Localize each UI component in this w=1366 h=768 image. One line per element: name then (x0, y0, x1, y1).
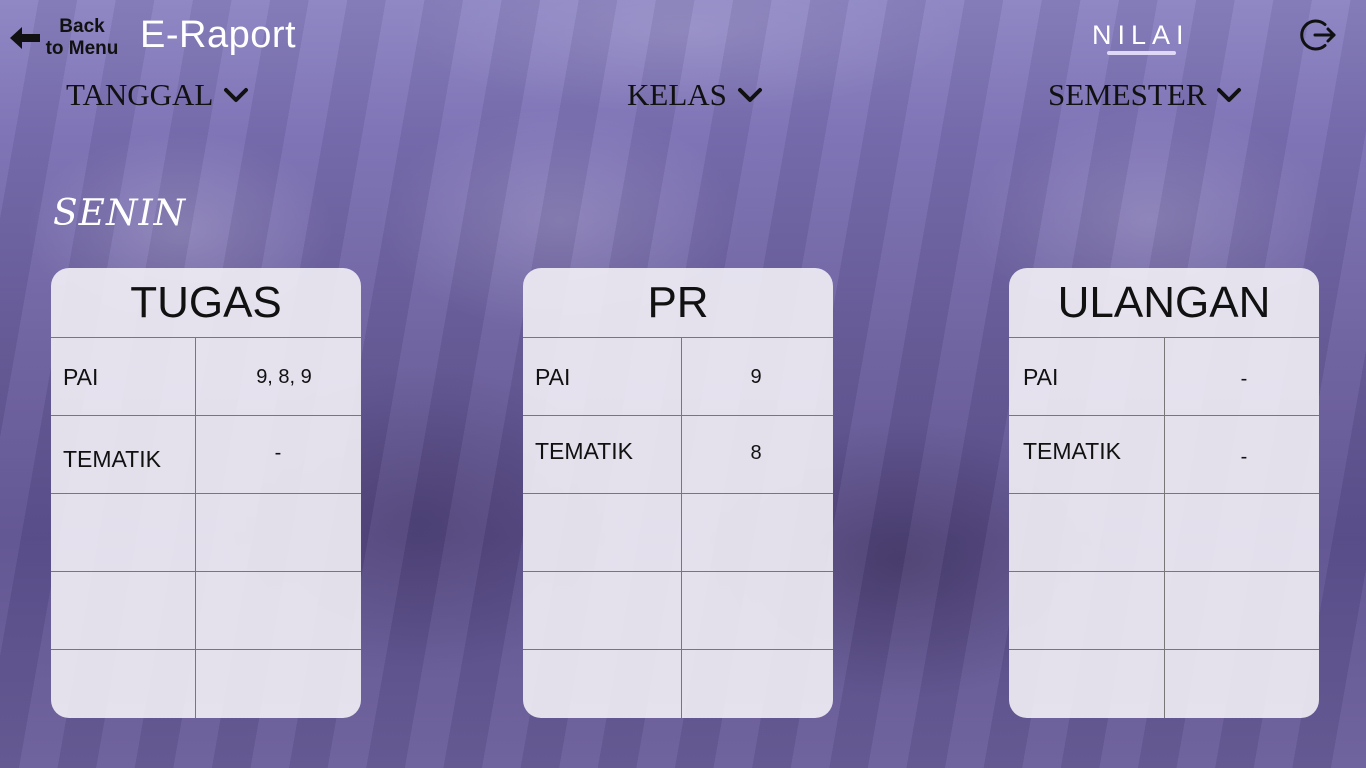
subject-cell: TEMATIK (535, 438, 633, 464)
logout-icon[interactable] (1299, 15, 1339, 55)
kelas-dropdown[interactable]: KELAS (627, 77, 763, 113)
card-ulangan: ULANGAN PAI - TEMATIK - (1009, 268, 1319, 718)
subject-cell: PAI (63, 364, 99, 390)
card-tugas: TUGAS PAI 9, 8, 9 TEMATIK - (51, 268, 361, 718)
day-label: SENIN (53, 193, 187, 234)
subject-cell: PAI (1023, 364, 1059, 390)
arrow-left-icon (10, 27, 40, 49)
subject-cell: PAI (535, 364, 571, 390)
card-title: PR (523, 268, 833, 338)
score-cell: - (1240, 368, 1248, 390)
score-cell: 8 (750, 442, 762, 464)
nav-active-indicator (1107, 51, 1176, 55)
chevron-down-icon (224, 88, 249, 102)
table-row (523, 650, 833, 718)
card-pr: PR PAI 9 TEMATIK 8 (523, 268, 833, 718)
score-cell: 9, 8, 9 (256, 366, 312, 388)
back-to-menu-button[interactable]: Back to Menu (8, 16, 122, 60)
subject-cell: TEMATIK (63, 446, 161, 472)
table-row (51, 650, 361, 718)
subject-cell: TEMATIK (1023, 438, 1121, 464)
back-to-menu-label: Back to Menu (45, 16, 119, 59)
score-cell: 9 (750, 366, 762, 388)
table-row (523, 494, 833, 572)
chevron-down-icon (737, 88, 762, 102)
score-table: PAI 9, 8, 9 TEMATIK - (51, 338, 361, 718)
score-cell: - (274, 442, 282, 464)
semester-dropdown[interactable]: SEMESTER (1048, 77, 1242, 113)
score-table: PAI - TEMATIK - (1009, 338, 1319, 718)
app-title: E-Raport (140, 14, 297, 56)
score-table: PAI 9 TEMATIK 8 (523, 338, 833, 718)
chevron-down-icon (1217, 88, 1242, 102)
tanggal-dropdown[interactable]: TANGGAL (66, 77, 249, 113)
table-row (523, 572, 833, 650)
table-row: PAI 9, 8, 9 (51, 338, 361, 416)
table-row (1009, 494, 1319, 572)
score-cell: - (1240, 446, 1248, 468)
kelas-label: KELAS (627, 77, 727, 112)
table-row: TEMATIK - (51, 416, 361, 494)
table-row (1009, 572, 1319, 650)
table-row (51, 494, 361, 572)
table-row (51, 572, 361, 650)
card-title: ULANGAN (1009, 268, 1319, 338)
nav-nilai[interactable]: NILAI (1092, 20, 1190, 51)
tanggal-label: TANGGAL (66, 77, 214, 112)
table-row (1009, 650, 1319, 718)
card-title: TUGAS (51, 268, 361, 338)
table-row: TEMATIK - (1009, 416, 1319, 494)
semester-label: SEMESTER (1048, 77, 1207, 112)
table-row: PAI - (1009, 338, 1319, 416)
table-row: TEMATIK 8 (523, 416, 833, 494)
table-row: PAI 9 (523, 338, 833, 416)
